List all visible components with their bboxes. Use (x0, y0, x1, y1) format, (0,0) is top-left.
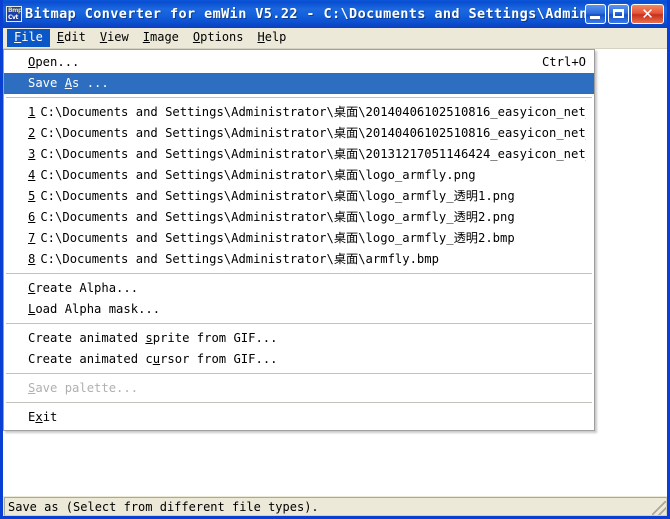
menu-item-label: Create Alpha... (28, 281, 139, 295)
window-controls: ✕ (585, 4, 664, 24)
menu-item[interactable]: Create Alpha... (4, 278, 594, 299)
menu-item[interactable]: Exit (4, 407, 594, 428)
maximize-button[interactable] (608, 4, 629, 24)
close-button[interactable]: ✕ (631, 4, 664, 24)
menu-item[interactable]: Load Alpha mask... (4, 299, 594, 320)
file-menu-dropdown: Open... Ctrl+O Save As ... 1 C:\Documents an… (3, 49, 595, 431)
menu-item[interactable]: Create animated sprite from GIF... (4, 328, 594, 349)
menubar-item-image[interactable]: Image (136, 29, 186, 47)
menu-item-label: Save palette... (28, 381, 139, 395)
menu-item-label: 7 C:\Documents and Settings\Administrator… (28, 231, 515, 245)
menu-item-label: 1 C:\Documents and Settings\Administrator… (28, 105, 586, 119)
menu-item[interactable]: Open... Ctrl+O (4, 52, 594, 73)
minimize-button[interactable] (585, 4, 606, 24)
menu-item-label: 8 C:\Documents and Settings\Administrator… (28, 252, 439, 266)
menu-item-label: Open... (28, 55, 80, 69)
window-title: Bitmap Converter for emWin V5.22 - C:\Do… (25, 6, 585, 22)
application-window: Bmp Cvt Bitmap Converter for emWin V5.22… (0, 0, 670, 519)
menu-item-label: 5 C:\Documents and Settings\Administrator… (28, 189, 515, 203)
menu-separator (6, 402, 592, 404)
client-area: Open... Ctrl+O Save As ... 1 C:\Documents an… (3, 49, 667, 495)
app-icon-line2: Cvt (8, 14, 18, 21)
menu-item[interactable]: 8 C:\Documents and Settings\Administrator… (4, 249, 594, 270)
menu-item-label: Save As ... (28, 76, 109, 90)
menu-item-label: Create animated sprite from GIF... (28, 331, 278, 345)
menu-item-label: Exit (28, 410, 58, 424)
menubar-item-file[interactable]: File (7, 29, 50, 47)
menu-item[interactable]: Save As ... (4, 73, 594, 94)
menu-item[interactable]: 4 C:\Documents and Settings\Administrator… (4, 165, 594, 186)
menu-item-label: 4 C:\Documents and Settings\Administrator… (28, 168, 476, 182)
menu-item[interactable]: 2 C:\Documents and Settings\Administrator… (4, 123, 594, 144)
menu-item: Save palette... (4, 378, 594, 399)
menu-item-shortcut: Ctrl+O (541, 55, 586, 69)
menu-item[interactable]: 1 C:\Documents and Settings\Administrator… (4, 102, 594, 123)
menubar-item-options[interactable]: Options (186, 29, 251, 47)
menu-item-label: 2 C:\Documents and Settings\Administrator… (28, 126, 586, 140)
maximize-icon (613, 9, 624, 18)
resize-grip[interactable] (652, 501, 666, 515)
menubar-item-edit[interactable]: Edit (50, 29, 93, 47)
status-text: Save as (Select from different file type… (4, 497, 667, 516)
menu-item[interactable]: 3 C:\Documents and Settings\Administrator… (4, 144, 594, 165)
status-bar: Save as (Select from different file type… (3, 495, 667, 516)
menu-separator (6, 373, 592, 375)
menu-item-label: 3 C:\Documents and Settings\Administrator… (28, 147, 586, 161)
menu-item-label: 6 C:\Documents and Settings\Administrator… (28, 210, 515, 224)
menu-bar: File Edit View Image Options Help (3, 28, 667, 49)
title-bar[interactable]: Bmp Cvt Bitmap Converter for emWin V5.22… (3, 0, 667, 28)
minimize-icon (590, 16, 600, 19)
menu-item[interactable]: 5 C:\Documents and Settings\Administrator… (4, 186, 594, 207)
app-icon[interactable]: Bmp Cvt (6, 6, 22, 22)
close-icon: ✕ (641, 5, 654, 23)
menu-item[interactable]: 7 C:\Documents and Settings\Administrator… (4, 228, 594, 249)
menu-item-label: Create animated cursor from GIF... (28, 352, 278, 366)
menu-item-label: Load Alpha mask... (28, 302, 161, 316)
menubar-item-help[interactable]: Help (251, 29, 294, 47)
menu-item[interactable]: 6 C:\Documents and Settings\Administrator… (4, 207, 594, 228)
menu-separator (6, 273, 592, 275)
menu-separator (6, 323, 592, 325)
menu-item[interactable]: Create animated cursor from GIF... (4, 349, 594, 370)
menu-separator (6, 97, 592, 99)
menubar-item-view[interactable]: View (93, 29, 136, 47)
